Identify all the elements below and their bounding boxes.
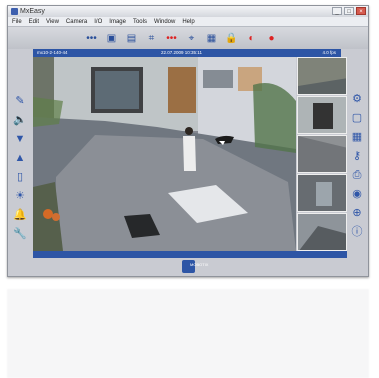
camera-scene bbox=[33, 57, 296, 251]
color-icon[interactable]: ◐ bbox=[244, 31, 259, 45]
framerate: 4.0 fps bbox=[322, 50, 336, 55]
minimize-button[interactable]: _ bbox=[332, 7, 342, 15]
camera-id: mx10-2-140-44 bbox=[37, 50, 68, 55]
right-tool-column: ⚙ ▢ ▦ ⚷ ⎙ ◉ ⊕ ⓘ bbox=[346, 57, 368, 267]
bell-icon[interactable]: 🔔 bbox=[13, 209, 27, 221]
settings-icon[interactable]: ⚙ bbox=[350, 93, 364, 105]
recording-dots-icon[interactable]: ••• bbox=[164, 31, 179, 45]
menu-view[interactable]: View bbox=[46, 17, 59, 26]
key-icon[interactable]: ⚷ bbox=[350, 150, 364, 162]
thumbnail-5[interactable] bbox=[297, 213, 347, 251]
layout-split-icon[interactable]: ⌗ bbox=[144, 31, 159, 45]
toolbar: ••• ▣ ▤ ⌗ ••• ⌖ ▦ 🔒 ◐ ● bbox=[8, 27, 368, 49]
window-title: MxEasy bbox=[20, 8, 45, 15]
up-triangle-icon[interactable]: ▲ bbox=[13, 152, 27, 164]
dots-icon[interactable]: ••• bbox=[84, 31, 99, 45]
mobotix-logo: MOBOTIX bbox=[182, 260, 208, 273]
capture-icon[interactable]: ▦ bbox=[204, 31, 219, 45]
menu-window[interactable]: Window bbox=[154, 17, 175, 26]
lock-icon[interactable]: 🔒 bbox=[224, 31, 239, 45]
alarm-icon[interactable]: ● bbox=[264, 31, 279, 45]
grid-icon[interactable]: ▦ bbox=[350, 131, 364, 143]
thumbnail-2[interactable] bbox=[297, 96, 347, 134]
timestamp: 22.07.2009 10:35:11 bbox=[161, 50, 202, 55]
light-icon[interactable]: ☀ bbox=[13, 190, 27, 202]
app-window: MxEasy _ □ × File Edit View Camera I/O I… bbox=[7, 5, 369, 277]
thumbnail-column bbox=[297, 57, 347, 251]
menu-image[interactable]: Image bbox=[109, 17, 126, 26]
thumbnail-3[interactable] bbox=[297, 135, 347, 173]
printer-icon[interactable]: ⎙ bbox=[350, 169, 364, 181]
layout-wide-icon[interactable]: ▤ bbox=[124, 31, 139, 45]
window-controls: _ □ × bbox=[332, 7, 366, 15]
menu-camera[interactable]: Camera bbox=[66, 17, 87, 26]
lifebuoy-icon[interactable]: ⊕ bbox=[350, 207, 364, 219]
camera-main-view[interactable] bbox=[33, 57, 296, 251]
thumbnail-1[interactable] bbox=[297, 57, 347, 95]
menu-bar: File Edit View Camera I/O Image Tools Wi… bbox=[8, 17, 368, 27]
camera-icon[interactable]: ◉ bbox=[350, 188, 364, 200]
close-button[interactable]: × bbox=[356, 7, 366, 15]
bottom-status-strip bbox=[33, 251, 347, 258]
menu-help[interactable]: Help bbox=[182, 17, 194, 26]
maximize-button[interactable]: □ bbox=[344, 7, 354, 15]
left-tool-column: ✎ 🔈 ▼ ▲ ▯ ☀ 🔔 🔧 bbox=[8, 57, 32, 267]
speaker-icon[interactable]: 🔈 bbox=[13, 114, 27, 126]
frame-icon[interactable]: ▢ bbox=[350, 112, 364, 124]
thumbnail-4[interactable] bbox=[297, 174, 347, 212]
menu-io[interactable]: I/O bbox=[94, 17, 102, 26]
camera-board-icon[interactable]: ⌖ bbox=[184, 31, 199, 45]
reflection-surface bbox=[7, 289, 369, 378]
menu-tools[interactable]: Tools bbox=[133, 17, 147, 26]
down-triangle-icon[interactable]: ▼ bbox=[13, 133, 27, 145]
window-reflection bbox=[7, 289, 369, 378]
device-icon[interactable]: ▯ bbox=[13, 171, 27, 183]
layout-camera-icon[interactable]: ▣ bbox=[104, 31, 119, 45]
info-icon[interactable]: ⓘ bbox=[350, 226, 364, 238]
view-status-bar: mx10-2-140-44 22.07.2009 10:35:11 4.0 fp… bbox=[33, 49, 341, 57]
wrench-icon[interactable]: 🔧 bbox=[13, 228, 27, 240]
pencil-icon[interactable]: ✎ bbox=[13, 95, 27, 107]
logo-text: MOBOTIX bbox=[190, 262, 209, 267]
menu-file[interactable]: File bbox=[12, 17, 22, 26]
app-icon bbox=[11, 8, 18, 15]
menu-edit[interactable]: Edit bbox=[29, 17, 39, 26]
